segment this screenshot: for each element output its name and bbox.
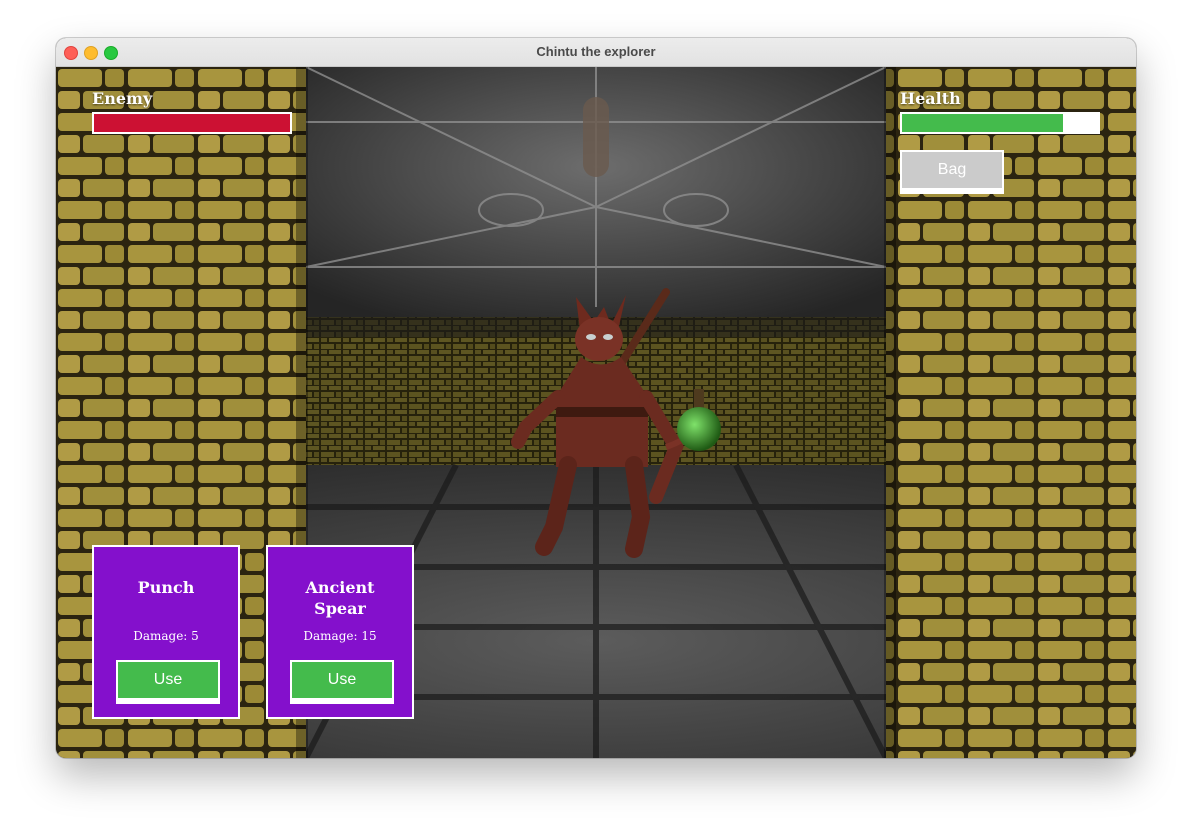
attack-card-punch: Punch Damage: 5 Use [92,545,240,719]
health-label: Health [900,89,961,108]
attack-name: Punch [137,578,195,597]
attack-damage: Damage: 5 [133,629,199,643]
player-health-fill [902,114,1063,132]
bag-button[interactable]: Bag [900,150,1004,194]
enemy-health-fill [94,114,290,132]
attack-name: Ancient Spear [305,578,375,618]
app-window: Chintu the explorer Enemy Health Bag Pun… [56,38,1136,758]
use-punch-button[interactable]: Use [116,660,220,704]
player-health-bar [900,112,1100,134]
game-viewport[interactable]: Enemy Health Bag Punch Damage: 5 Use Anc… [56,67,1136,758]
enemy-health-bar [92,112,292,134]
use-ancient-spear-button[interactable]: Use [290,660,394,704]
attack-card-ancient-spear: Ancient Spear Damage: 15 Use [266,545,414,719]
enemy-label: Enemy [92,89,153,108]
attack-damage: Damage: 15 [303,629,377,643]
title-bar: Chintu the explorer [56,38,1136,67]
window-title: Chintu the explorer [536,44,656,59]
